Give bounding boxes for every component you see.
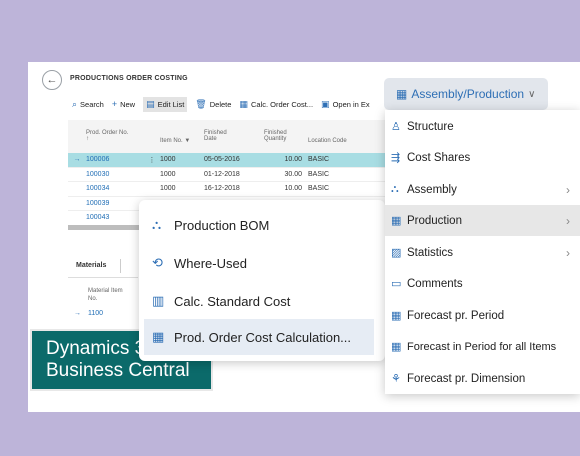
statistics-icon: ▨ [391, 247, 402, 259]
plus-icon: + [111, 99, 118, 109]
row-actions-icon[interactable]: ⋮ [144, 156, 160, 164]
chevron-right-icon: › [566, 245, 570, 260]
comments-icon: ▭ [391, 278, 402, 290]
table-row[interactable]: 100030 1000 01-12-2018 30.00 BASIC [68, 168, 388, 182]
menu-item-structure[interactable]: ♙ Structure [385, 111, 580, 142]
menu-item-production-bom[interactable]: ⛬ Production BOM [144, 207, 374, 243]
calculate-icon: ▥ [152, 293, 165, 308]
tab-materials[interactable]: Materials [76, 262, 106, 269]
page-title: PRODUCTIONS ORDER COSTING [70, 75, 188, 82]
menu-item-forecast-pr-dimension[interactable]: ⚘ Forecast pr. Dimension [385, 363, 580, 394]
calc-order-cost-button[interactable]: ▦ Calc. Order Cost... [239, 99, 313, 110]
menu-item-where-used[interactable]: ⟲ Where-Used [144, 245, 374, 281]
structure-icon: ♙ [391, 121, 401, 133]
menu-item-statistics[interactable]: ▨ Statistics › [385, 237, 580, 268]
cost-shares-icon: ⇶ [391, 152, 401, 164]
menu-item-calc-standard-cost[interactable]: ▥ Calc. Standard Cost [144, 283, 374, 319]
production-icon: ▦ [391, 215, 402, 227]
forecast-dimension-icon: ⚘ [391, 373, 401, 385]
column-item-no[interactable]: Item No. ▼ [160, 130, 204, 144]
menu-item-prod-order-cost-calculation[interactable]: ▦ Prod. Order Cost Calculation... [144, 319, 374, 355]
assembly-production-menu: ♙ Structure ⇶ Cost Shares ⛬ Assembly › ▦ Pro… [385, 110, 580, 394]
new-button[interactable]: + New [112, 99, 135, 109]
back-button[interactable]: ← [42, 70, 62, 90]
grid-header: Prod. Order No. ↑ Item No. ▼ Finished Date… [68, 120, 388, 153]
where-used-icon: ⟲ [152, 255, 163, 270]
divider [68, 277, 138, 278]
back-arrow-icon: ← [46, 74, 58, 86]
search-icon: ⌕ [72, 98, 78, 109]
menu-item-production[interactable]: ▦ Production › [385, 205, 580, 236]
menu-item-comments[interactable]: ▭ Comments [385, 268, 580, 299]
chevron-right-icon: › [566, 213, 570, 228]
menu-item-forecast-pr-period[interactable]: ▦ Forecast pr. Period [385, 300, 580, 331]
cost-calc-icon: ▦ [152, 329, 165, 344]
calculator-icon: ▦ [239, 98, 248, 109]
table-row[interactable]: 100034 1000 16-12-2018 10.00 BASIC [68, 182, 388, 197]
action-bar: ⌕ Search + New ▤ Edit List 🗑 Delete ▦ Calc. O… [72, 96, 378, 112]
open-in-excel-button[interactable]: ▣ Open in Ex [321, 99, 370, 110]
chevron-right-icon: › [566, 182, 570, 197]
hierarchy-icon: ⛬ [152, 217, 162, 232]
excel-icon: ▣ [321, 98, 330, 109]
horizontal-scrollbar[interactable] [68, 225, 148, 230]
search-button[interactable]: ⌕ Search [72, 99, 104, 110]
column-material-item-no[interactable]: Material Item No. [88, 287, 123, 303]
assembly-icon: ⛬ [391, 183, 399, 195]
menu-item-cost-shares[interactable]: ⇶ Cost Shares [385, 142, 580, 173]
column-finished-date[interactable]: Finished Date [204, 130, 264, 142]
assembly-production-menu-button[interactable]: ▦ Assembly/Production ∨ [384, 78, 548, 110]
list-item[interactable]: → 1100 [74, 310, 103, 317]
filter-icon: ▼ [184, 138, 191, 144]
forecast-icon: ▦ [391, 310, 402, 322]
edit-list-icon: ▤ [146, 98, 155, 109]
table-row[interactable]: → 100006 ⋮ 1000 05-05-2016 10.00 BASIC [68, 153, 388, 168]
menu-item-forecast-all-items[interactable]: ▦ Forecast in Period for all Items [385, 331, 580, 362]
production-icon: ▦ [396, 87, 408, 101]
delete-button[interactable]: 🗑 Delete [195, 99, 231, 110]
forecast-all-icon: ▦ [391, 341, 402, 353]
menu-item-assembly[interactable]: ⛬ Assembly › [385, 174, 580, 205]
divider [120, 259, 121, 273]
edit-list-button[interactable]: ▤ Edit List [143, 96, 188, 112]
column-prod-order-no[interactable]: Prod. Order No. ↑ [86, 130, 144, 142]
chevron-down-icon: ∨ [528, 88, 536, 100]
column-location-code[interactable]: Location Code [308, 130, 368, 144]
column-finished-quantity[interactable]: Finished Quantity [264, 130, 308, 142]
production-submenu: ⛬ Production BOM ⟲ Where-Used ▥ Calc. St… [139, 200, 385, 361]
delete-icon: 🗑 [195, 98, 207, 109]
